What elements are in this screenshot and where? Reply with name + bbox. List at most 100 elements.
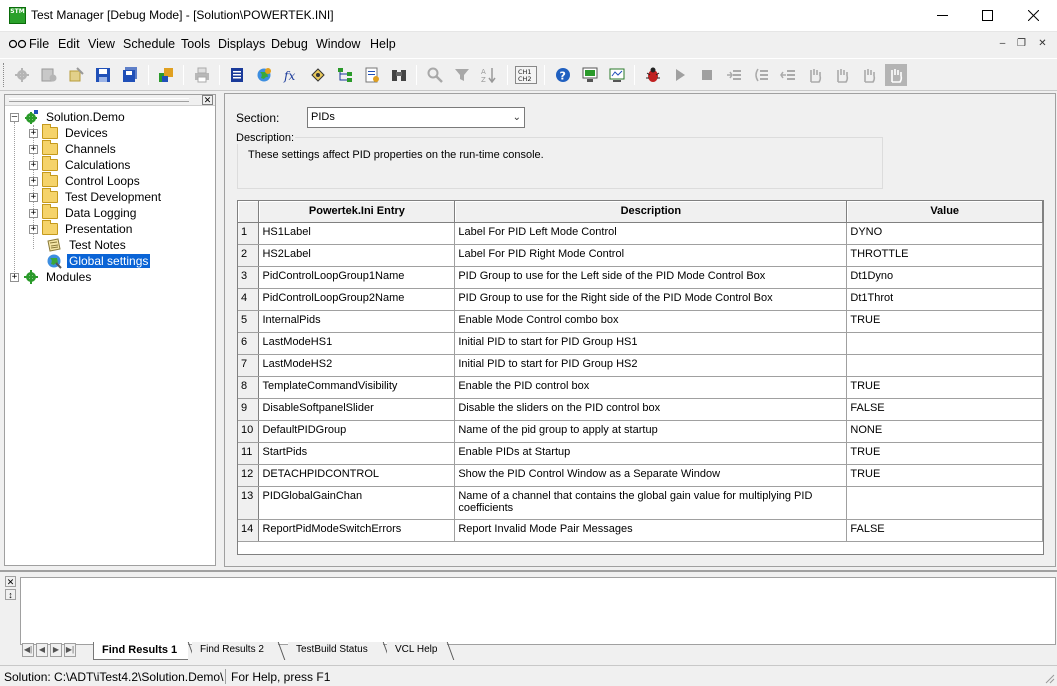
section-dropdown[interactable]: PIDs ⌄: [307, 107, 525, 128]
tree-item-control-loops[interactable]: + Control Loops: [29, 172, 142, 189]
monitor-button[interactable]: [606, 64, 628, 86]
table-row[interactable]: 14 ReportPidModeSwitchErrors Report Invali…: [238, 519, 1043, 542]
tree-item-devices[interactable]: + Devices: [29, 124, 110, 141]
step-into-button[interactable]: [723, 64, 745, 86]
value-cell[interactable]: TRUE: [846, 376, 1043, 399]
globe-button[interactable]: [253, 64, 275, 86]
table-row[interactable]: 8 TemplateCommandVisibility Enable the PID…: [238, 376, 1043, 399]
value-cell[interactable]: TRUE: [846, 464, 1043, 487]
mdi-minimize-button[interactable]: –: [994, 38, 1011, 52]
expand-icon[interactable]: +: [29, 144, 38, 154]
value-cell[interactable]: FALSE: [846, 398, 1043, 421]
collapse-icon[interactable]: –: [10, 112, 19, 122]
table-row[interactable]: 1 HS1Label Label For PID Left Mode Control…: [238, 222, 1043, 245]
table-row[interactable]: 4 PidControlLoopGroup2Name PID Group to us…: [238, 288, 1043, 311]
tab-first-button[interactable]: ◀|: [22, 643, 34, 657]
value-cell[interactable]: FALSE: [846, 519, 1043, 542]
build-all-button[interactable]: [38, 64, 60, 86]
help-button[interactable]: ?: [552, 64, 574, 86]
document-button[interactable]: [226, 64, 248, 86]
table-row[interactable]: 7 LastModeHS2 Initial PID to start for PID…: [238, 354, 1043, 377]
column-header-value[interactable]: Value: [846, 201, 1043, 223]
table-row[interactable]: 2 HS2Label Label For PID Right Mode Contro…: [238, 244, 1043, 267]
expand-icon[interactable]: +: [29, 192, 38, 202]
size-grip-icon[interactable]: [1044, 673, 1055, 684]
tree-item-test-development[interactable]: + Test Development: [29, 188, 163, 205]
tree-item-data-logging[interactable]: + Data Logging: [29, 204, 138, 221]
menu-file[interactable]: File: [29, 37, 49, 51]
tab-last-button[interactable]: ▶|: [64, 643, 76, 657]
deploy-button[interactable]: [155, 64, 177, 86]
mdi-child-icon[interactable]: [9, 39, 27, 49]
maximize-button[interactable]: [964, 0, 1010, 32]
value-cell[interactable]: THROTTLE: [846, 244, 1043, 267]
function-button[interactable]: fx: [280, 64, 302, 86]
tab-find-results-2[interactable]: Find Results 2: [192, 642, 286, 660]
sort-button[interactable]: AZ: [478, 64, 500, 86]
panel-grip[interactable]: [9, 98, 189, 102]
panel-splitter[interactable]: [218, 92, 223, 568]
print-button[interactable]: [191, 64, 213, 86]
menu-edit[interactable]: Edit: [58, 37, 80, 51]
table-row[interactable]: 9 DisableSoftpanelSlider Disable the slide…: [238, 398, 1043, 421]
table-row[interactable]: 6 LastModeHS1 Initial PID to start for PID…: [238, 332, 1043, 355]
tab-vcl-help[interactable]: VCL Help: [387, 642, 455, 660]
hand4-button[interactable]: [885, 64, 907, 86]
expand-icon[interactable]: +: [29, 128, 38, 138]
tree-item-presentation[interactable]: + Presentation: [29, 220, 134, 237]
tree-item-channels[interactable]: + Channels: [29, 140, 118, 157]
debug-button[interactable]: [642, 64, 664, 86]
expand-icon[interactable]: +: [10, 272, 19, 282]
expand-icon[interactable]: +: [29, 224, 38, 234]
tree-item-global-settings[interactable]: Global settings: [46, 253, 151, 269]
expand-icon[interactable]: +: [29, 176, 38, 186]
step-out-button[interactable]: [777, 64, 799, 86]
tab-testbuild-status[interactable]: TestBuild Status: [288, 642, 391, 660]
mdi-restore-button[interactable]: ❐: [1013, 38, 1030, 52]
value-cell[interactable]: NONE: [846, 420, 1043, 443]
menu-view[interactable]: View: [88, 37, 115, 51]
menu-schedule[interactable]: Schedule: [123, 37, 175, 51]
menu-displays[interactable]: Displays: [218, 37, 265, 51]
tab-prev-button[interactable]: ◀: [36, 643, 48, 657]
channels-button[interactable]: [307, 64, 329, 86]
value-cell[interactable]: [846, 486, 1043, 520]
tab-find-results-1[interactable]: Find Results 1: [93, 642, 196, 660]
filter-button[interactable]: [451, 64, 473, 86]
hand-button[interactable]: [804, 64, 826, 86]
output-text-area[interactable]: [20, 577, 1056, 645]
table-row[interactable]: 13 PIDGlobalGainChan Name of a channel tha…: [238, 486, 1043, 520]
tree-item-modules[interactable]: + Modules: [10, 269, 93, 285]
value-cell[interactable]: Dt1Dyno: [846, 266, 1043, 289]
value-cell[interactable]: Dt1Throt: [846, 288, 1043, 311]
expand-icon[interactable]: +: [29, 208, 38, 218]
save-button[interactable]: [92, 64, 114, 86]
value-cell[interactable]: DYNO: [846, 222, 1043, 245]
mdi-close-button[interactable]: ✕: [1034, 38, 1051, 52]
menu-debug[interactable]: Debug: [271, 37, 308, 51]
menu-help[interactable]: Help: [370, 37, 396, 51]
hand3-button[interactable]: [858, 64, 880, 86]
clean-button[interactable]: [65, 64, 87, 86]
value-cell[interactable]: [846, 354, 1043, 377]
menu-window[interactable]: Window: [316, 37, 360, 51]
table-row[interactable]: 10 DefaultPIDGroup Name of the pid group t…: [238, 420, 1043, 443]
build-button[interactable]: [11, 64, 33, 86]
stop-button[interactable]: [696, 64, 718, 86]
channel-swap-button[interactable]: CH1 CH2: [514, 64, 538, 86]
hand2-button[interactable]: [831, 64, 853, 86]
table-row[interactable]: 12 DETACHPIDCONTROL Show the PID Control W…: [238, 464, 1043, 487]
tree-item-test-notes[interactable]: Test Notes: [46, 237, 128, 253]
value-cell[interactable]: TRUE: [846, 442, 1043, 465]
minimize-button[interactable]: [919, 0, 965, 32]
expand-icon[interactable]: +: [29, 160, 38, 170]
close-icon[interactable]: ✕: [5, 576, 16, 587]
tree-item-solution[interactable]: – Solution.Demo: [10, 109, 127, 125]
value-cell[interactable]: TRUE: [846, 310, 1043, 333]
tree-item-calculations[interactable]: + Calculations: [29, 156, 132, 173]
screen-button[interactable]: [579, 64, 601, 86]
table-row[interactable]: 11 StartPids Enable PIDs at Startup TRUE: [238, 442, 1043, 465]
search-button[interactable]: [424, 64, 446, 86]
column-header-description[interactable]: Description: [454, 201, 848, 223]
column-header-entry[interactable]: Powertek.Ini Entry: [258, 201, 456, 223]
